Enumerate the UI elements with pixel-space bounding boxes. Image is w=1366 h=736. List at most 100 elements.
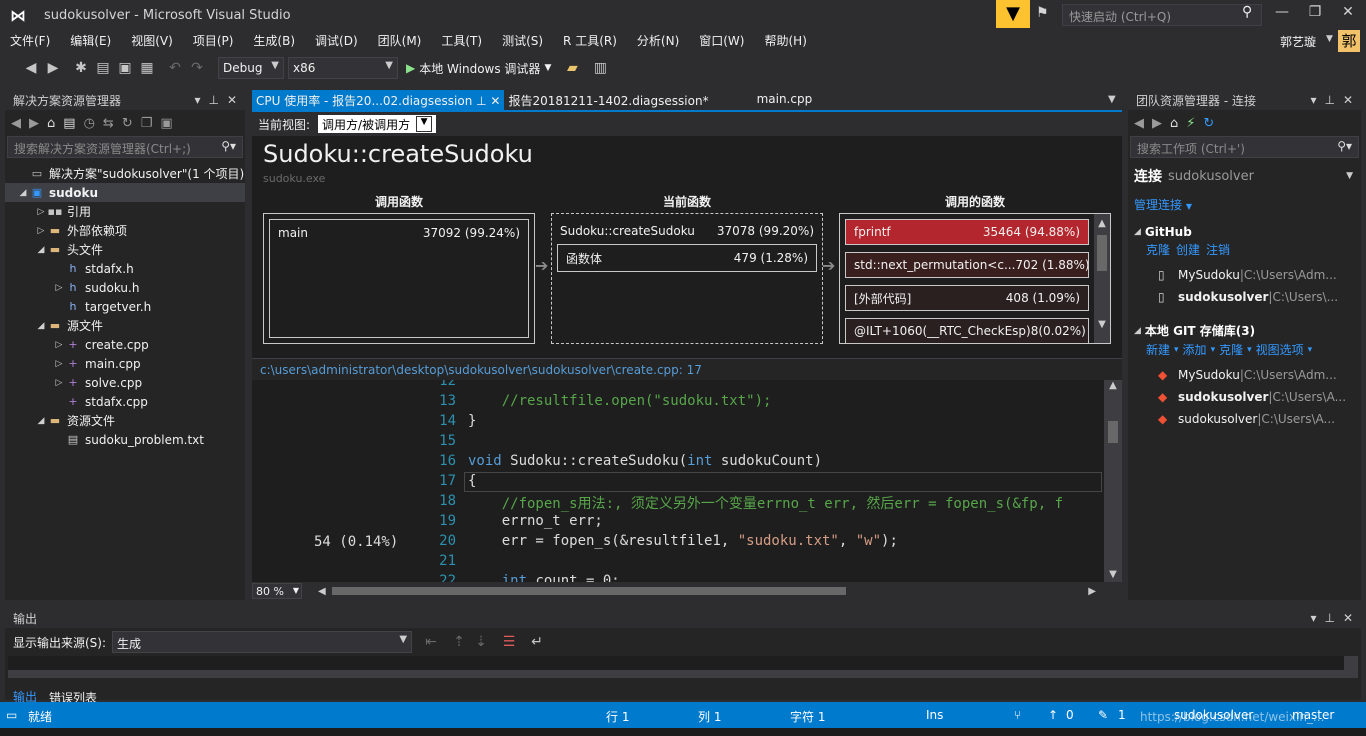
zoom-select[interactable]: 80 % ▼ xyxy=(252,583,302,599)
github-action-link[interactable]: 创建 xyxy=(1176,241,1200,258)
expander-icon[interactable]: ◢ xyxy=(35,416,47,426)
feedback-filter-icon[interactable]: ▼ xyxy=(996,0,1030,28)
pin-icon[interactable]: ⊥ xyxy=(1324,611,1334,625)
callee-row[interactable]: [外部代码] 408 (1.09%) xyxy=(846,286,1088,310)
push-icon[interactable]: ↑ xyxy=(1048,708,1058,722)
code-line[interactable]: errno_t err; xyxy=(468,513,603,533)
menu-item[interactable]: 项目(P) xyxy=(183,30,244,52)
current-view-select[interactable]: 调用方/被调用方 ▼ xyxy=(318,115,437,133)
menu-item[interactable]: 窗口(W) xyxy=(689,30,754,52)
close-icon[interactable]: ✕ xyxy=(1343,93,1353,107)
word-wrap-icon[interactable]: ↵ xyxy=(526,634,548,650)
local-repos-header[interactable]: ◢ 本地 GIT 存储库(3) xyxy=(1134,322,1361,339)
menu-item[interactable]: 视图(V) xyxy=(121,30,183,52)
callee-item[interactable]: std::next_permutation<c... 702 (1.88%) xyxy=(845,252,1089,278)
scroll-left-icon[interactable]: ◀ xyxy=(318,586,326,597)
tree-item[interactable]: h targetver.h xyxy=(5,297,245,316)
tree-item[interactable]: + stdafx.cpp xyxy=(5,392,245,411)
forward-icon[interactable]: ▶ xyxy=(42,60,64,76)
tree-item[interactable]: ▤ sudoku_problem.txt xyxy=(5,430,245,449)
menu-item[interactable]: 文件(F) xyxy=(0,30,60,52)
search-icon[interactable]: ⚲ xyxy=(1242,4,1252,20)
tree-item[interactable]: ▷ + solve.cpp xyxy=(5,373,245,392)
menu-item[interactable]: 团队(M) xyxy=(368,30,432,52)
github-section-header[interactable]: ◢ GitHub xyxy=(1134,225,1361,239)
save-icon[interactable]: ▣ xyxy=(114,60,136,76)
tree-item[interactable]: ◢ ▬ 资源文件 xyxy=(5,411,245,430)
tree-item[interactable]: ◢ ▬ 头文件 xyxy=(5,240,245,259)
chevron-down-icon[interactable]: ▼ xyxy=(1346,171,1353,181)
refresh-icon[interactable]: ↻ xyxy=(1203,116,1214,131)
code-line[interactable]: { xyxy=(468,473,476,493)
local-repo-action-link[interactable]: 新建 xyxy=(1146,341,1170,358)
tab-overflow-dropdown-icon[interactable]: ▼ xyxy=(1108,94,1116,105)
back-icon[interactable]: ◀ xyxy=(1134,116,1144,131)
find-in-files-icon[interactable]: ▰ xyxy=(561,60,583,76)
tree-item[interactable]: ◢ ▣ sudoku xyxy=(5,183,245,202)
connect-plug-icon[interactable]: ⚡ xyxy=(1186,116,1195,131)
solution-platform-select[interactable]: x86 ▼ xyxy=(288,57,398,79)
new-project-icon[interactable]: ✱ xyxy=(70,60,92,76)
panel-menu-icon[interactable]: ▾ xyxy=(1310,93,1316,107)
pending-changes-icon[interactable]: ◷ xyxy=(84,116,95,131)
close-icon[interactable]: ✕ xyxy=(227,93,237,107)
menu-item[interactable]: 分析(N) xyxy=(627,30,689,52)
home-icon[interactable]: ⌂ xyxy=(1170,116,1178,131)
tree-item[interactable]: ◢ ▬ 源文件 xyxy=(5,316,245,335)
forward-icon[interactable]: ▶ xyxy=(1152,116,1162,131)
callee-item[interactable]: fprintf 35464 (94.88%) xyxy=(845,219,1089,245)
scrollbar-thumb[interactable] xyxy=(1097,235,1107,271)
menu-item[interactable]: 帮助(H) xyxy=(754,30,816,52)
code-line[interactable]: int count = 0; xyxy=(468,573,620,582)
repo-item[interactable]: ◆ sudokusolver | C:\Users\A... xyxy=(1128,386,1361,408)
edit-pencil-icon[interactable]: ✎ xyxy=(1098,708,1108,722)
local-repo-action-link[interactable]: 添加 xyxy=(1183,341,1207,358)
next-message-icon[interactable]: ⇣ xyxy=(470,634,492,650)
close-icon[interactable]: ✕ xyxy=(1343,611,1353,625)
function-body-row[interactable]: 函数体 479 (1.28%) xyxy=(558,245,816,271)
solution-configuration-select[interactable]: Debug ▼ xyxy=(218,57,284,79)
go-to-message-icon[interactable]: ⇤ xyxy=(420,634,442,650)
sync-icon[interactable]: ⇆ xyxy=(103,116,114,131)
repo-item[interactable]: ▯ MySudoku | C:\Users\Adm... xyxy=(1128,264,1361,286)
code-line[interactable]: void Sudoku::createSudoku(int sudokuCoun… xyxy=(468,453,822,473)
output-text-area[interactable] xyxy=(8,656,1358,678)
output-scrollbar[interactable] xyxy=(1344,656,1358,678)
panel-menu-icon[interactable]: ▾ xyxy=(1310,611,1316,625)
callees-scrollbar[interactable]: ▲ ▼ xyxy=(1094,214,1110,343)
source-code-view[interactable]: 54 (0.14%) 12 13 //resultfile.open("sudok… xyxy=(252,380,1104,582)
connected-project[interactable]: sudokusolver xyxy=(1168,169,1254,184)
scroll-right-icon[interactable]: ▶ xyxy=(1088,586,1096,597)
save-all-icon[interactable]: ▦ xyxy=(136,60,158,76)
quick-launch-input[interactable]: 快速启动 (Ctrl+Q) xyxy=(1062,4,1262,26)
expander-icon[interactable]: ▷ xyxy=(35,226,47,236)
menu-item[interactable]: 测试(S) xyxy=(492,30,553,52)
maximize-button[interactable]: ❐ xyxy=(1303,4,1327,20)
tree-item[interactable]: ▷ ▬ 外部依赖项 xyxy=(5,221,245,240)
repo-item[interactable]: ▯ sudokusolver | C:\Users\... xyxy=(1128,286,1361,308)
tree-item[interactable]: ▷ + main.cpp xyxy=(5,354,245,373)
local-repo-action-link[interactable]: 视图选项 xyxy=(1256,341,1304,358)
switch-views-icon[interactable]: ▤ xyxy=(63,116,75,131)
chevron-down-icon[interactable]: ▾ xyxy=(1211,345,1216,355)
code-line[interactable]: } xyxy=(468,413,476,433)
callee-row[interactable]: fprintf 35464 (94.88%) xyxy=(846,220,1088,244)
chevron-down-icon[interactable]: ▾ xyxy=(1308,345,1313,355)
expander-icon[interactable]: ▷ xyxy=(35,207,47,217)
scrollbar-thumb[interactable] xyxy=(1108,421,1118,443)
callee-row[interactable]: @ILT+1060(__RTC_CheckEsp)8 (0.02%) xyxy=(846,319,1088,343)
document-tab[interactable]: CPU 使用率 - 报告20...02.diagsession ⊥ ✕ xyxy=(252,90,505,110)
scroll-down-icon[interactable]: ▼ xyxy=(1094,319,1110,330)
tree-item[interactable]: ▭ 解决方案"sudokusolver"(1 个项目) xyxy=(5,164,245,183)
chevron-down-icon[interactable]: ▾ xyxy=(1174,345,1179,355)
tree-item[interactable]: h stdafx.h xyxy=(5,259,245,278)
github-action-link[interactable]: 克隆 xyxy=(1146,241,1170,258)
callee-item[interactable]: [外部代码] 408 (1.09%) xyxy=(845,285,1089,311)
back-icon[interactable]: ◀ xyxy=(11,116,21,131)
close-window-button[interactable]: ✕ xyxy=(1336,4,1360,20)
push-count[interactable]: 0 xyxy=(1066,708,1074,722)
github-action-link[interactable]: 注销 xyxy=(1206,241,1230,258)
redo-icon[interactable]: ↷ xyxy=(186,60,208,76)
clear-all-icon[interactable]: ☰ xyxy=(498,634,520,650)
notifications-icon[interactable]: ⚑ xyxy=(1036,5,1049,21)
